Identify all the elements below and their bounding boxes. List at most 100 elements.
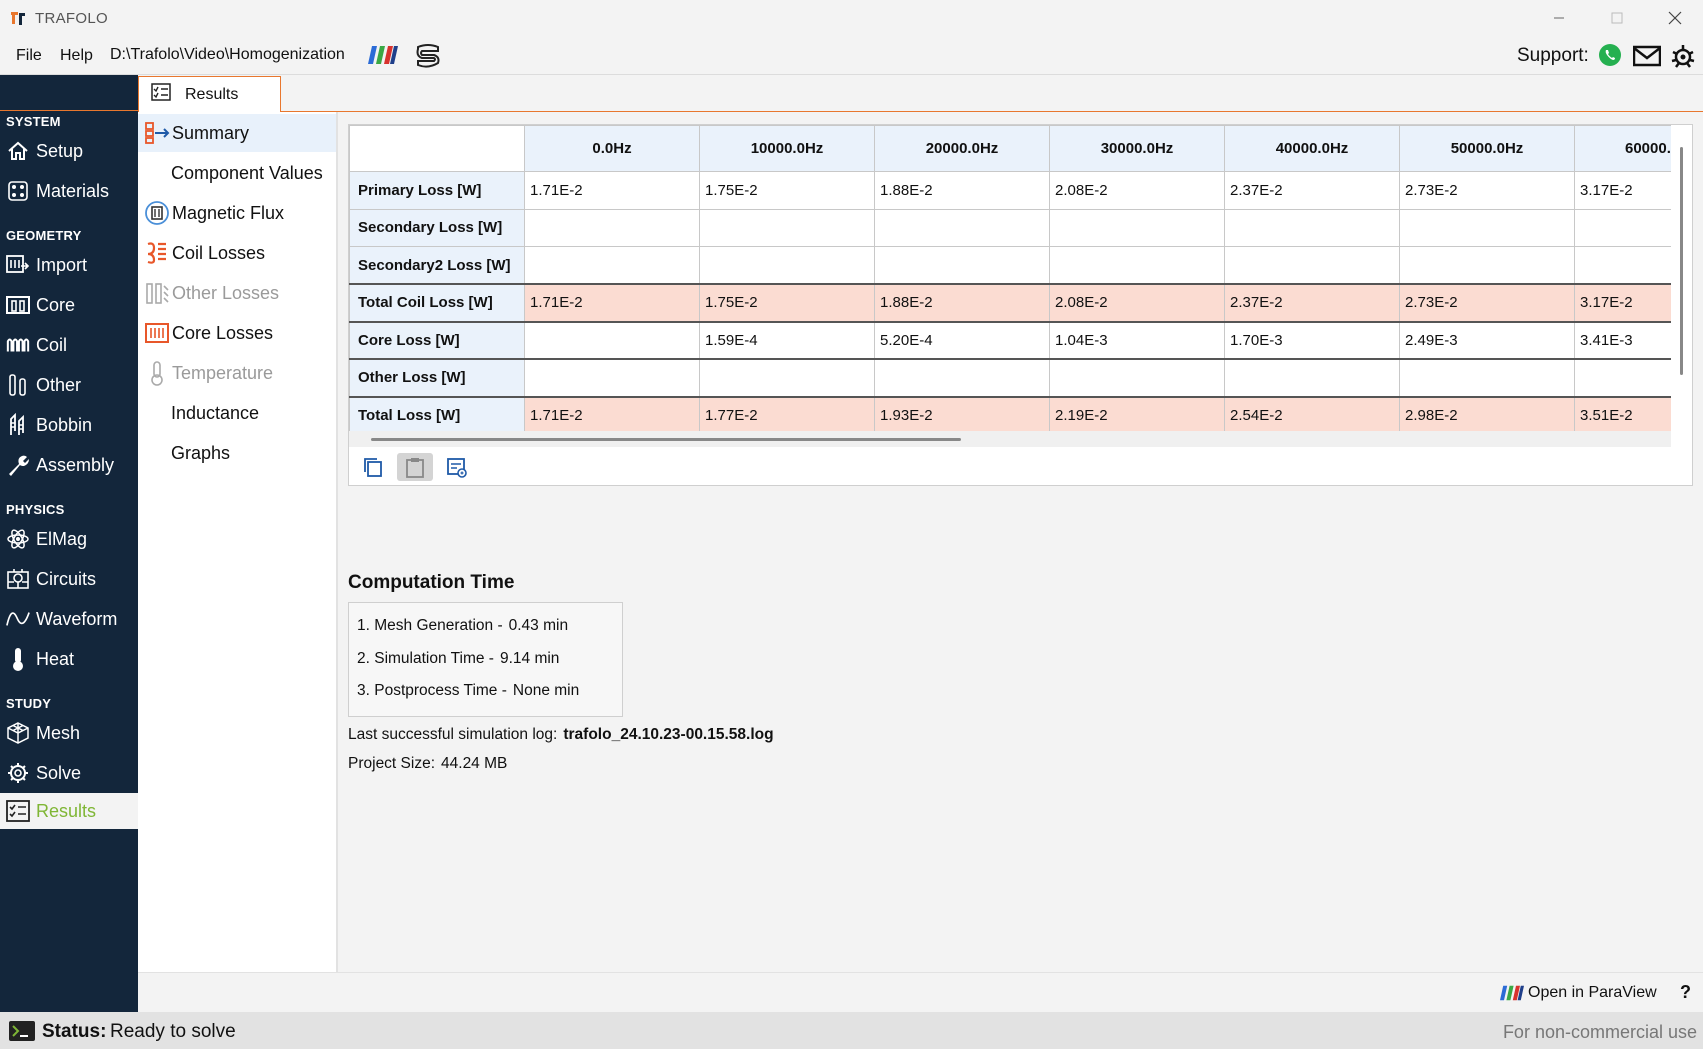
table-cell[interactable] xyxy=(1399,246,1575,285)
table-cell[interactable]: 2.73E-2 xyxy=(1399,283,1575,322)
tab-results[interactable]: Results xyxy=(138,76,281,112)
nav-item-other[interactable]: Other xyxy=(0,367,138,403)
nav-item-results[interactable]: Results xyxy=(0,793,138,829)
nav-item-materials[interactable]: Materials xyxy=(0,173,138,209)
table-cell[interactable]: 1.75E-2 xyxy=(699,171,875,210)
horizontal-scrollbar[interactable] xyxy=(349,431,1671,447)
table-cell[interactable]: 1.77E-2 xyxy=(699,395,875,431)
table-cell[interactable]: 2.98E-2 xyxy=(1399,395,1575,431)
log-filename[interactable]: trafolo_24.10.23-00.15.58.log xyxy=(563,726,773,743)
table-cell[interactable]: 2.49E-3 xyxy=(1399,320,1575,360)
bug-report-icon[interactable] xyxy=(1670,43,1696,69)
table-cell[interactable] xyxy=(524,208,700,247)
table-cell[interactable]: 3.41E-3 xyxy=(1574,320,1671,360)
horizontal-scrollbar-thumb[interactable] xyxy=(371,438,961,441)
column-header[interactable]: 50000.0Hz xyxy=(1399,125,1575,172)
table-cell[interactable]: 1.71E-2 xyxy=(524,283,700,322)
table-cell[interactable] xyxy=(524,320,700,360)
maximize-button[interactable] xyxy=(1594,4,1640,32)
column-header[interactable]: 60000.0Hz xyxy=(1574,125,1671,172)
nav-item-solve[interactable]: Solve xyxy=(0,755,138,791)
whatsapp-icon[interactable] xyxy=(1598,43,1622,67)
table-cell[interactable]: 1.71E-2 xyxy=(524,395,700,431)
row-header[interactable]: Other Loss [W] xyxy=(349,358,525,397)
table-cell[interactable]: 1.71E-2 xyxy=(524,171,700,210)
table-cell[interactable] xyxy=(1399,358,1575,397)
table-cell[interactable] xyxy=(699,246,875,285)
table-cell[interactable]: 2.73E-2 xyxy=(1399,171,1575,210)
subnav-coil-losses[interactable]: Coil Losses xyxy=(138,234,336,272)
table-cell[interactable] xyxy=(699,358,875,397)
table-cell[interactable]: 2.37E-2 xyxy=(1224,283,1400,322)
subnav-other-losses[interactable]: Other Losses xyxy=(138,274,336,312)
column-header[interactable]: 0.0Hz xyxy=(524,125,700,172)
mail-icon[interactable] xyxy=(1633,45,1661,67)
table-cell[interactable] xyxy=(524,358,700,397)
subnav-core-losses[interactable]: Core Losses xyxy=(138,314,336,352)
table-cell[interactable] xyxy=(874,358,1050,397)
table-cell[interactable] xyxy=(1574,208,1671,247)
table-cell[interactable] xyxy=(1049,246,1225,285)
minimize-button[interactable] xyxy=(1536,4,1582,32)
vertical-scrollbar[interactable] xyxy=(1672,125,1692,431)
table-cell[interactable] xyxy=(874,208,1050,247)
table-cell[interactable]: 2.54E-2 xyxy=(1224,395,1400,431)
table-cell[interactable]: 2.19E-2 xyxy=(1049,395,1225,431)
row-header[interactable]: Total Loss [W] xyxy=(349,395,525,431)
row-header[interactable]: Core Loss [W] xyxy=(349,320,525,360)
s-logo-icon[interactable] xyxy=(414,43,442,69)
table-cell[interactable]: 3.51E-2 xyxy=(1574,395,1671,431)
menu-help[interactable]: Help xyxy=(60,47,93,65)
row-header[interactable]: Secondary2 Loss [W] xyxy=(349,246,525,285)
nav-item-setup[interactable]: Setup xyxy=(0,133,138,169)
table-cell[interactable]: 5.20E-4 xyxy=(874,320,1050,360)
table-cell[interactable] xyxy=(699,208,875,247)
table-cell[interactable]: 1.04E-3 xyxy=(1049,320,1225,360)
table-cell[interactable]: 3.17E-2 xyxy=(1574,283,1671,322)
help-button[interactable]: ? xyxy=(1680,982,1691,1003)
table-cell[interactable]: 3.17E-2 xyxy=(1574,171,1671,210)
table-cell[interactable] xyxy=(874,246,1050,285)
paraview-logo-icon[interactable] xyxy=(368,44,398,66)
table-cell[interactable] xyxy=(1049,208,1225,247)
subnav-inductance[interactable]: Inductance xyxy=(138,394,336,432)
table-cell[interactable] xyxy=(1574,246,1671,285)
nav-item-bobbin[interactable]: Bobbin xyxy=(0,407,138,443)
row-header[interactable]: Secondary Loss [W] xyxy=(349,208,525,247)
column-header[interactable]: 20000.0Hz xyxy=(874,125,1050,172)
table-cell[interactable]: 1.88E-2 xyxy=(874,171,1050,210)
nav-item-heat[interactable]: Heat xyxy=(0,641,138,677)
table-cell[interactable]: 1.70E-3 xyxy=(1224,320,1400,360)
table-cell[interactable]: 1.75E-2 xyxy=(699,283,875,322)
table-cell[interactable]: 1.59E-4 xyxy=(699,320,875,360)
subnav-magnetic-flux[interactable]: Magnetic Flux xyxy=(138,194,336,232)
table-cell[interactable] xyxy=(1224,358,1400,397)
column-header[interactable]: 40000.0Hz xyxy=(1224,125,1400,172)
subnav-summary[interactable]: Summary xyxy=(138,114,336,152)
subnav-temperature[interactable]: Temperature xyxy=(138,354,336,392)
nav-item-mesh[interactable]: Mesh xyxy=(0,715,138,751)
nav-item-assembly[interactable]: Assembly xyxy=(0,447,138,483)
nav-item-core[interactable]: Core xyxy=(0,287,138,323)
table-cell[interactable] xyxy=(1224,246,1400,285)
close-button[interactable] xyxy=(1652,4,1698,32)
export-button[interactable] xyxy=(439,453,475,481)
column-header[interactable]: 30000.0Hz xyxy=(1049,125,1225,172)
table-cell[interactable] xyxy=(524,246,700,285)
subnav-component-values[interactable]: Component Values xyxy=(138,154,336,192)
row-header[interactable]: Total Coil Loss [W] xyxy=(349,283,525,322)
table-cell[interactable]: 1.88E-2 xyxy=(874,283,1050,322)
subnav-graphs[interactable]: Graphs xyxy=(138,434,336,472)
vertical-scrollbar-thumb[interactable] xyxy=(1680,147,1683,375)
open-paraview-button[interactable]: Open in ParaView xyxy=(1500,984,1657,1002)
copy-button[interactable] xyxy=(355,453,391,481)
column-header[interactable]: 10000.0Hz xyxy=(699,125,875,172)
nav-item-waveform[interactable]: Waveform xyxy=(0,601,138,637)
paste-button[interactable] xyxy=(397,453,433,481)
table-cell[interactable]: 2.37E-2 xyxy=(1224,171,1400,210)
nav-item-circuits[interactable]: Circuits xyxy=(0,561,138,597)
table-cell[interactable]: 2.08E-2 xyxy=(1049,283,1225,322)
table-cell[interactable] xyxy=(1049,358,1225,397)
table-cell[interactable]: 1.93E-2 xyxy=(874,395,1050,431)
table-cell[interactable]: 2.08E-2 xyxy=(1049,171,1225,210)
